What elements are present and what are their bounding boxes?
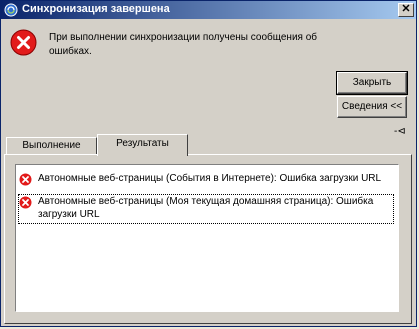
- tab-strip: Выполнение Результаты: [4, 134, 412, 156]
- results-list[interactable]: Автономные веб-страницы (События в Интер…: [15, 164, 399, 312]
- error-icon: [19, 173, 32, 186]
- error-icon: [10, 29, 37, 56]
- error-icon: [19, 196, 32, 209]
- tab-results[interactable]: Результаты: [97, 134, 188, 156]
- window-title: Синхронизация завершена: [22, 3, 170, 15]
- list-item-text: Автономные веб-страницы (События в Интер…: [38, 173, 382, 184]
- title-close-button[interactable]: ✕: [398, 3, 414, 17]
- results-panel: Автономные веб-страницы (События в Интер…: [4, 154, 412, 324]
- tab-progress[interactable]: Выполнение: [6, 137, 97, 155]
- sync-app-icon: [4, 3, 18, 17]
- list-item-text: Автономные веб-страницы (Моя текущая дом…: [38, 196, 374, 220]
- sync-dialog-window: Синхронизация завершена ✕ При выполнении…: [0, 0, 417, 327]
- title-bar[interactable]: Синхронизация завершена ✕: [1, 1, 416, 19]
- list-item[interactable]: Автономные веб-страницы (Моя текущая дом…: [18, 194, 394, 224]
- error-message: При выполнении синхронизации получены со…: [49, 32, 318, 57]
- details-button[interactable]: Сведения <<: [337, 96, 407, 118]
- list-item[interactable]: Автономные веб-страницы (События в Интер…: [19, 172, 393, 187]
- close-button[interactable]: Закрыть: [336, 71, 408, 95]
